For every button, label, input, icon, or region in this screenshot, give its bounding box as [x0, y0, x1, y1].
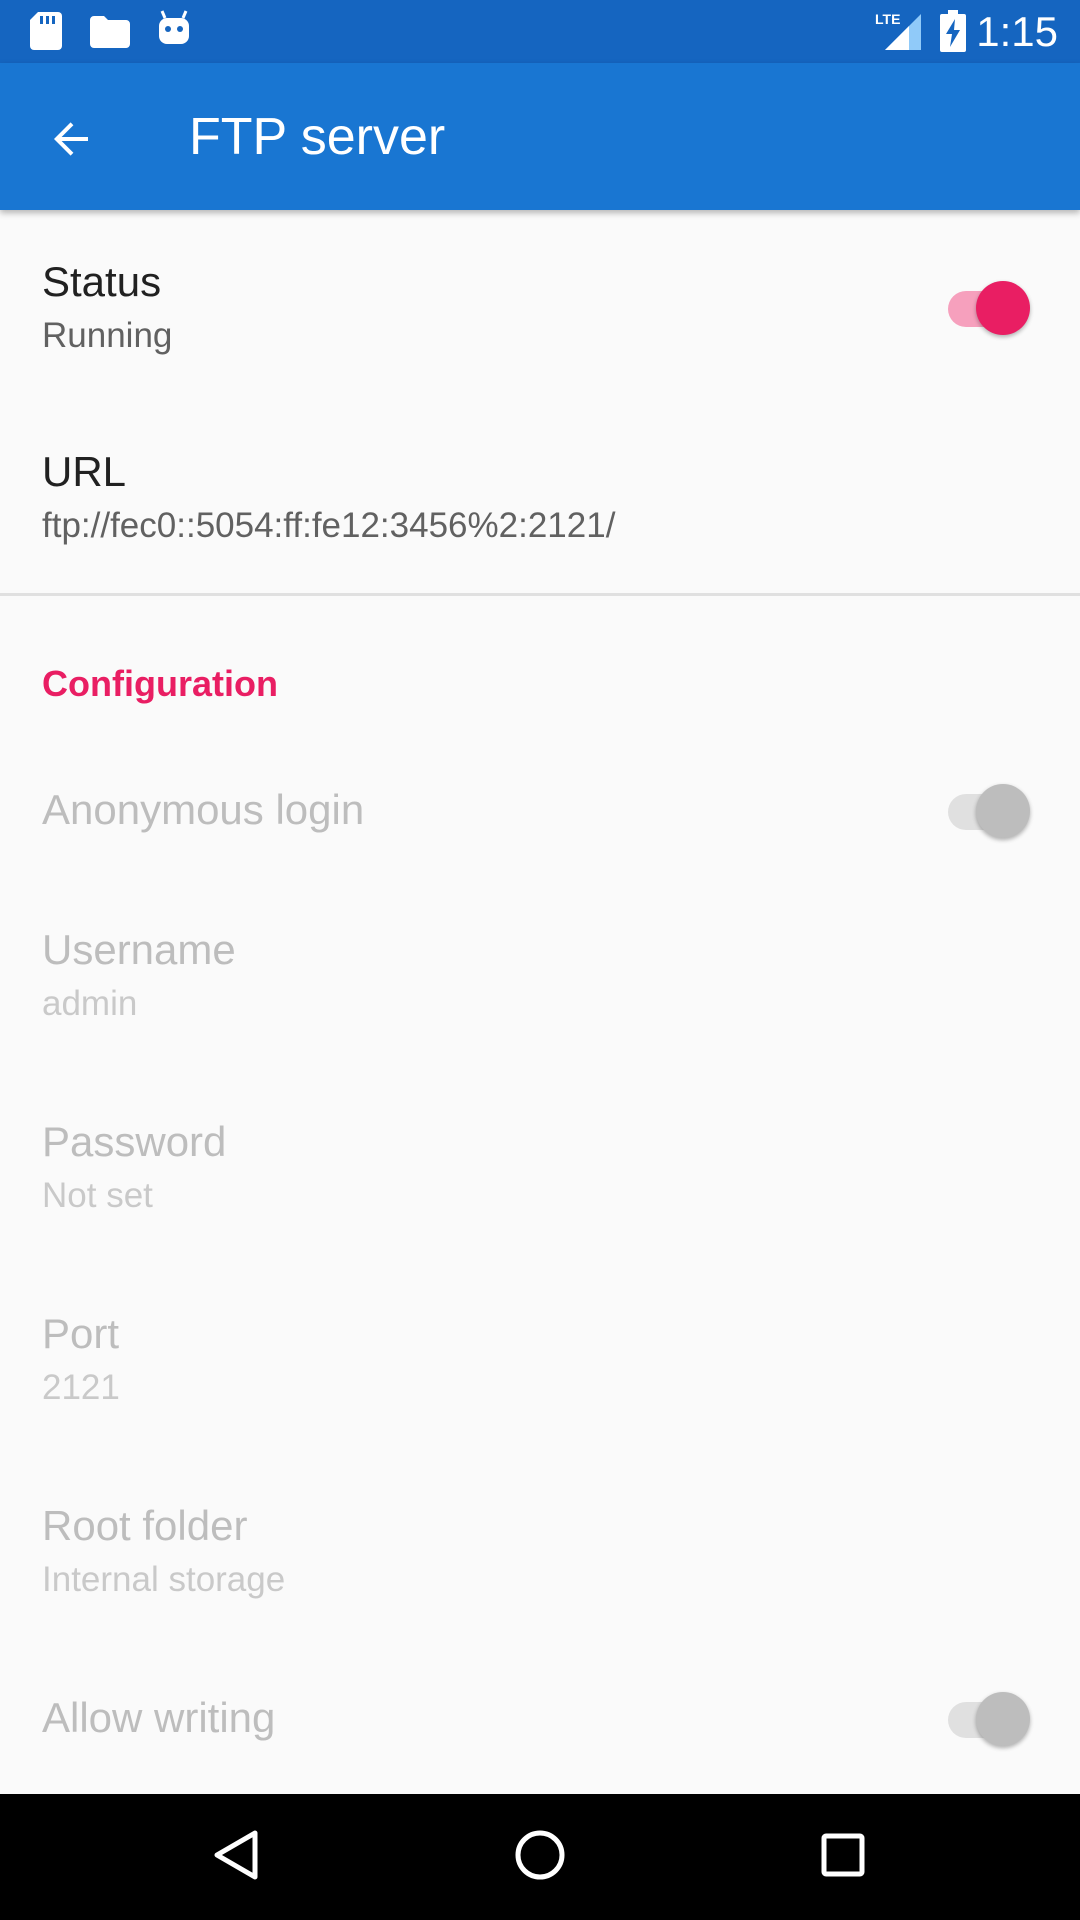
- pref-username-summary: admin: [42, 984, 138, 1023]
- pref-anonymous-login[interactable]: Anonymous login: [0, 740, 1080, 880]
- sd-card-icon: [30, 12, 62, 55]
- pref-allow-writing[interactable]: Allow writing: [0, 1648, 1080, 1788]
- clock: 1:15: [976, 8, 1058, 55]
- pref-root-folder-title: Root folder: [42, 1502, 248, 1549]
- nav-back-button[interactable]: [196, 1817, 276, 1897]
- pref-status[interactable]: Status Running: [0, 210, 1080, 402]
- status-bar: LTE 1:15: [0, 0, 1080, 63]
- pref-username[interactable]: Username admin: [0, 880, 1080, 1072]
- divider: [0, 593, 1080, 596]
- pref-url-title: URL: [42, 448, 127, 495]
- switch-thumb: [976, 1692, 1030, 1746]
- nav-home-button[interactable]: [500, 1817, 580, 1897]
- anonymous-login-switch[interactable]: [948, 780, 1030, 838]
- page-title: FTP server: [189, 108, 446, 166]
- recents-square-icon: [820, 1832, 866, 1883]
- lte-signal-icon: LTE: [875, 10, 923, 57]
- home-circle-icon: [514, 1829, 566, 1886]
- svg-text:LTE: LTE: [875, 11, 900, 27]
- nav-recents-button[interactable]: [803, 1817, 883, 1897]
- pref-root-folder[interactable]: Root folder Internal storage: [0, 1456, 1080, 1648]
- screen: LTE 1:15 FTP server Status Running URL f…: [0, 0, 1080, 1920]
- pref-root-folder-summary: Internal storage: [42, 1560, 286, 1599]
- back-button[interactable]: [30, 99, 114, 183]
- switch-thumb: [976, 784, 1030, 838]
- category-header: Configuration: [42, 663, 278, 704]
- pref-status-summary: Running: [42, 316, 173, 355]
- pref-port[interactable]: Port 2121: [0, 1264, 1080, 1456]
- pref-status-title: Status: [42, 258, 162, 305]
- switch-thumb: [976, 281, 1030, 335]
- app-bar: FTP server: [0, 63, 1080, 210]
- pref-url-summary: ftp://fec0::5054:ff:fe12:3456%2:2121/: [42, 506, 616, 545]
- pref-username-title: Username: [42, 926, 236, 973]
- pref-password[interactable]: Password Not set: [0, 1072, 1080, 1264]
- pref-port-summary: 2121: [42, 1368, 120, 1407]
- android-icon: [157, 10, 191, 51]
- battery-charging-icon: [940, 10, 966, 57]
- navigation-bar: [0, 1794, 1080, 1920]
- pref-port-title: Port: [42, 1310, 120, 1357]
- pref-password-title: Password: [42, 1118, 227, 1165]
- pref-allow-writing-title: Allow writing: [42, 1694, 276, 1741]
- pref-url[interactable]: URL ftp://fec0::5054:ff:fe12:3456%2:2121…: [0, 402, 1080, 594]
- allow-writing-switch[interactable]: [948, 1688, 1030, 1746]
- back-triangle-icon: [211, 1829, 261, 1886]
- folder-icon: [90, 16, 130, 53]
- arrow-back-icon: [48, 115, 96, 168]
- pref-anonymous-login-title: Anonymous login: [42, 786, 365, 833]
- status-switch[interactable]: [948, 277, 1030, 335]
- pref-password-summary: Not set: [42, 1176, 153, 1215]
